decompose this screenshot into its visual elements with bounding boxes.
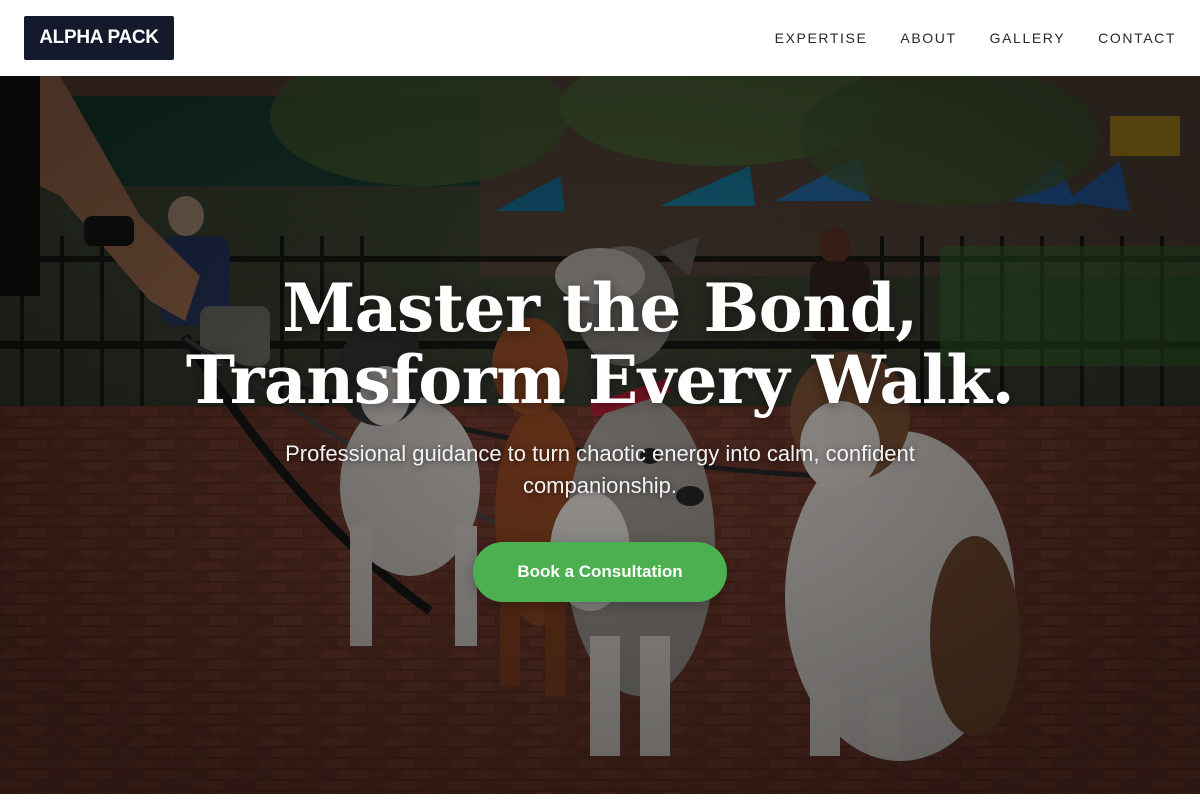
nav-link-contact[interactable]: CONTACT: [1098, 30, 1176, 46]
hero-content: Master the Bond, Transform Every Walk. P…: [0, 76, 1200, 794]
hero-section: Master the Bond, Transform Every Walk. P…: [0, 76, 1200, 794]
book-consultation-button[interactable]: Book a Consultation: [473, 542, 727, 602]
main-nav: EXPERTISE ABOUT GALLERY CONTACT: [742, 30, 1176, 46]
page-bottom-edge: [0, 794, 1200, 800]
hero-subtitle: Professional guidance to turn chaotic en…: [285, 441, 915, 498]
nav-link-gallery[interactable]: GALLERY: [990, 30, 1066, 46]
hero-title-line-1: Master the Bond,: [282, 269, 918, 347]
logo[interactable]: ALPHA PACK: [24, 16, 174, 60]
site-header: ALPHA PACK EXPERTISE ABOUT GALLERY CONTA…: [0, 0, 1200, 76]
nav-link-about[interactable]: ABOUT: [900, 30, 956, 46]
hero-title-line-2: Transform Every Walk.: [185, 341, 1015, 419]
hero-title: Master the Bond, Transform Every Walk.: [0, 272, 1200, 416]
nav-link-expertise[interactable]: EXPERTISE: [775, 30, 868, 46]
